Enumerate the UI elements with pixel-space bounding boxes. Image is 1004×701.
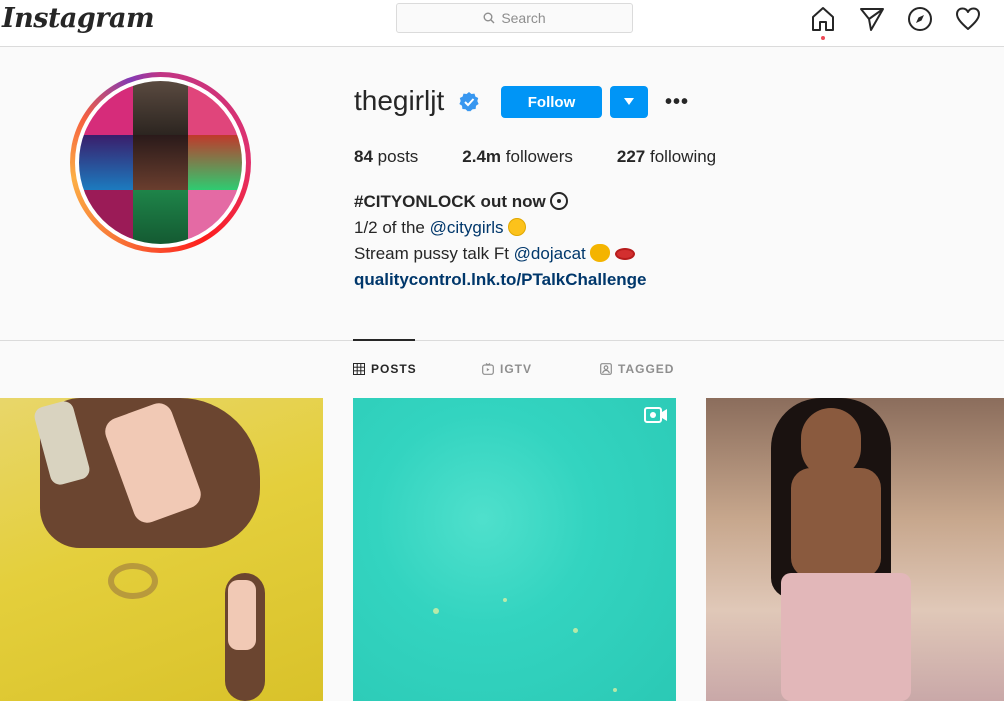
posts-stat: 84 posts [354,147,418,167]
igtv-icon [482,363,494,375]
grid-icon [353,363,365,375]
tab-igtv[interactable]: IGTV [482,362,532,376]
following-stat[interactable]: 227 following [617,147,716,167]
active-tab-indicator [353,339,415,341]
explore-icon [908,7,932,31]
dojacat-mention-link[interactable]: @dojacat [514,244,586,263]
post-3-pants [781,573,911,701]
explore-button[interactable] [907,6,933,32]
profile-bio: #CITYONLOCK out now 1/2 of the @citygirl… [354,189,647,293]
direct-messages-button[interactable] [859,6,885,32]
activity-button[interactable] [955,6,981,32]
post-2-speck [573,628,578,633]
bio-line-1: #CITYONLOCK out now [354,189,647,215]
tab-posts-label: POSTS [371,362,417,376]
follow-button[interactable]: Follow [501,86,602,118]
more-options-button[interactable]: ••• [662,90,692,114]
tabs-divider [0,340,1004,341]
bio-external-link[interactable]: qualitycontrol.lnk.to/PTalkChallenge [354,267,647,293]
instagram-logo[interactable]: Instagram [2,3,155,34]
tab-igtv-label: IGTV [500,362,533,376]
top-navigation-bar: Instagram Search [0,0,1004,47]
optical-disc-icon [550,192,569,210]
bio-line-2-text: 1/2 of the [354,218,430,237]
tab-posts[interactable]: POSTS [353,362,417,376]
verified-badge-icon [459,92,479,112]
avatar[interactable] [79,81,242,244]
winking-face-icon [508,218,527,236]
activity-heart-icon [956,7,980,30]
citygirls-mention-link[interactable]: @citygirls [430,218,504,237]
profile-username: thegirljt [354,85,445,116]
caret-down-icon [624,98,634,105]
home-button[interactable] [810,6,836,40]
following-count: 227 [616,147,646,166]
followers-label: followers [505,147,573,166]
avatar-border [75,77,246,248]
posts-count: 84 [354,147,373,166]
followers-count: 2.4m [462,147,502,166]
tab-tagged[interactable]: TAGGED [600,362,674,376]
bio-headline: #CITYONLOCK out now [354,192,546,211]
bio-line-2: 1/2 of the @citygirls [354,215,647,241]
profile-stats: 84 posts 2.4m followers 227 following [354,147,760,167]
post-thumbnail-3[interactable] [706,398,1004,701]
tab-tagged-label: TAGGED [618,362,675,376]
search-placeholder: Search [501,10,546,26]
lips-icon [615,248,636,260]
tagged-person-icon [600,363,612,375]
search-icon [483,12,495,24]
followers-stat[interactable]: 2.4m followers [462,147,573,167]
post-2-speck [433,608,439,614]
bio-line-3: Stream pussy talk Ft @dojacat [354,241,647,267]
post-1-nail [228,580,256,650]
notification-dot [821,36,825,40]
suggested-accounts-dropdown-button[interactable] [610,86,648,118]
post-3-body [791,468,881,578]
post-1-bag-clasp [108,563,158,599]
post-2-speck [613,688,617,692]
video-icon [644,407,667,423]
story-ring[interactable] [70,72,251,253]
direct-icon [860,8,884,31]
cat-face-icon [590,244,611,262]
search-input[interactable]: Search [396,3,633,33]
home-icon [812,7,834,31]
following-label: following [649,147,717,166]
posts-label: posts [377,147,419,166]
post-thumbnail-1[interactable] [0,398,323,701]
bio-line-3-text: Stream pussy talk Ft [354,244,514,263]
post-2-speck [503,598,507,602]
post-thumbnail-2[interactable] [353,398,676,701]
